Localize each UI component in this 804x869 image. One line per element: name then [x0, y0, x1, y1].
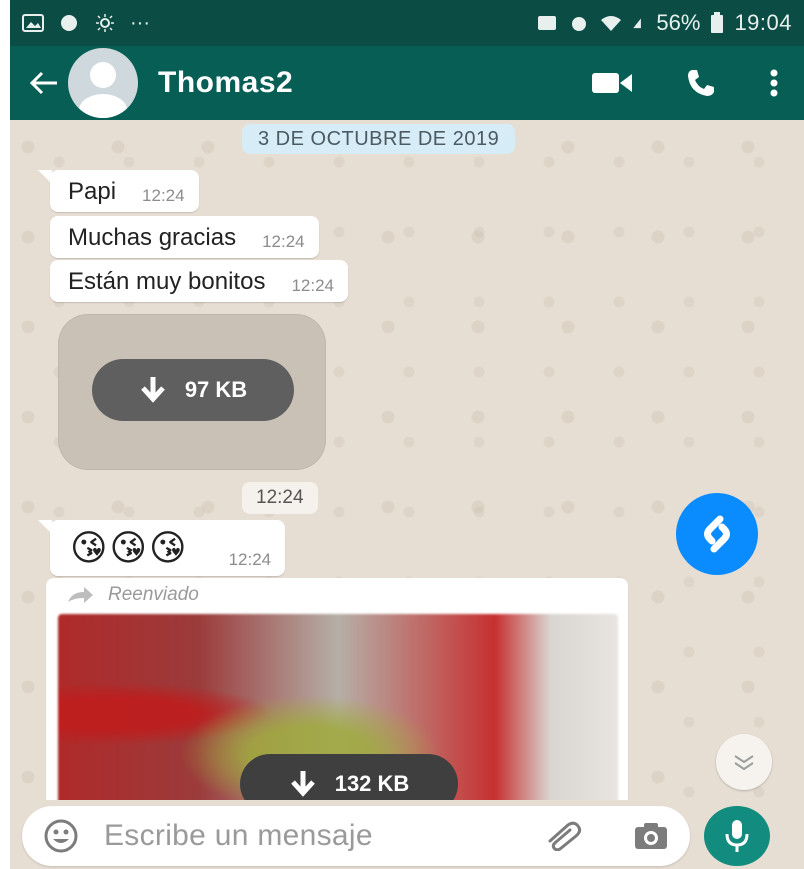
battery-percentage: 56% [656, 10, 701, 35]
chat-notification-icon [61, 15, 77, 31]
gallery-notification-icon [22, 14, 44, 32]
forwarded-label: Reenviado [66, 584, 199, 606]
download-button[interactable]: 97 KB [92, 359, 294, 421]
wifi-icon [601, 16, 622, 31]
scroll-to-bottom-button[interactable] [716, 734, 772, 790]
more-notifications-icon: ··· [130, 11, 150, 34]
message-bubble[interactable]: Muchas gracias 12:24 [50, 216, 319, 258]
more-vert-icon[interactable] [770, 69, 778, 97]
chat-header: Thomas2 [10, 46, 804, 120]
download-size: 132 KB [334, 771, 410, 796]
chat-area[interactable]: 3 DE OCTUBRE DE 2019 Papi 12:24 Muchas g… [10, 120, 804, 808]
voice-message-button[interactable] [704, 806, 770, 866]
chevron-double-down-icon [734, 755, 754, 771]
back-button[interactable] [22, 61, 66, 105]
message-text: Están muy bonitos [68, 268, 266, 295]
message-text: Papi [68, 178, 117, 205]
avatar[interactable] [68, 48, 138, 118]
message-input-box[interactable]: Escribe un mensaje [22, 806, 690, 866]
forwarded-message[interactable]: Reenviado 132 KB [46, 578, 628, 808]
default-avatar-icon [79, 62, 127, 118]
alarm-icon [572, 17, 587, 31]
composer-actions [546, 821, 668, 851]
mic-icon [725, 820, 749, 852]
media-time: 12:24 [242, 482, 318, 514]
battery-icon [711, 12, 724, 33]
status-left-icons: ··· [22, 12, 150, 35]
emoji-icon[interactable] [44, 819, 78, 853]
message-time: 12:24 [262, 232, 305, 251]
data-saver-icon [538, 16, 557, 30]
brightness-icon [96, 14, 114, 32]
date-chip: 3 DE OCTUBRE DE 2019 [242, 124, 516, 154]
download-icon [290, 771, 315, 797]
camera-icon[interactable] [634, 822, 668, 850]
phone-screen: ··· 56% 19:04 Thomas2 3 DE OCTUBRE DE 20… [10, 0, 804, 869]
video-call-icon[interactable] [592, 71, 632, 95]
phone-icon[interactable] [686, 68, 716, 98]
shazam-bubble[interactable] [676, 493, 758, 575]
signal-icon [633, 18, 642, 29]
shazam-icon [704, 515, 730, 553]
status-bar: ··· 56% 19:04 [10, 0, 804, 46]
header-actions [592, 68, 778, 98]
forwarded-text: Reenviado [108, 584, 199, 605]
status-right: 56% 19:04 [536, 10, 792, 36]
message-time: 12:24 [142, 186, 185, 205]
message-bubble[interactable]: Papi 12:24 [38, 170, 199, 212]
emoji-message-bubble[interactable]: 😘😘😘 12:24 [37, 520, 286, 576]
message-time: 12:24 [228, 550, 272, 569]
emoji-message: 😘😘😘 [70, 527, 189, 568]
message-time: 12:24 [291, 276, 334, 295]
forward-icon [68, 587, 93, 603]
attach-icon[interactable] [546, 821, 586, 851]
message-bubble[interactable]: Están muy bonitos 12:24 [50, 260, 348, 302]
download-size: 97 KB [184, 377, 248, 402]
message-input[interactable]: Escribe un mensaje [104, 819, 373, 853]
sticker-media[interactable]: 97 KB [58, 314, 326, 470]
clock: 19:04 [734, 10, 792, 35]
download-icon [140, 377, 165, 403]
back-arrow-icon [29, 71, 57, 95]
message-text: Muchas gracias [68, 224, 237, 251]
contact-name[interactable]: Thomas2 [158, 66, 293, 100]
